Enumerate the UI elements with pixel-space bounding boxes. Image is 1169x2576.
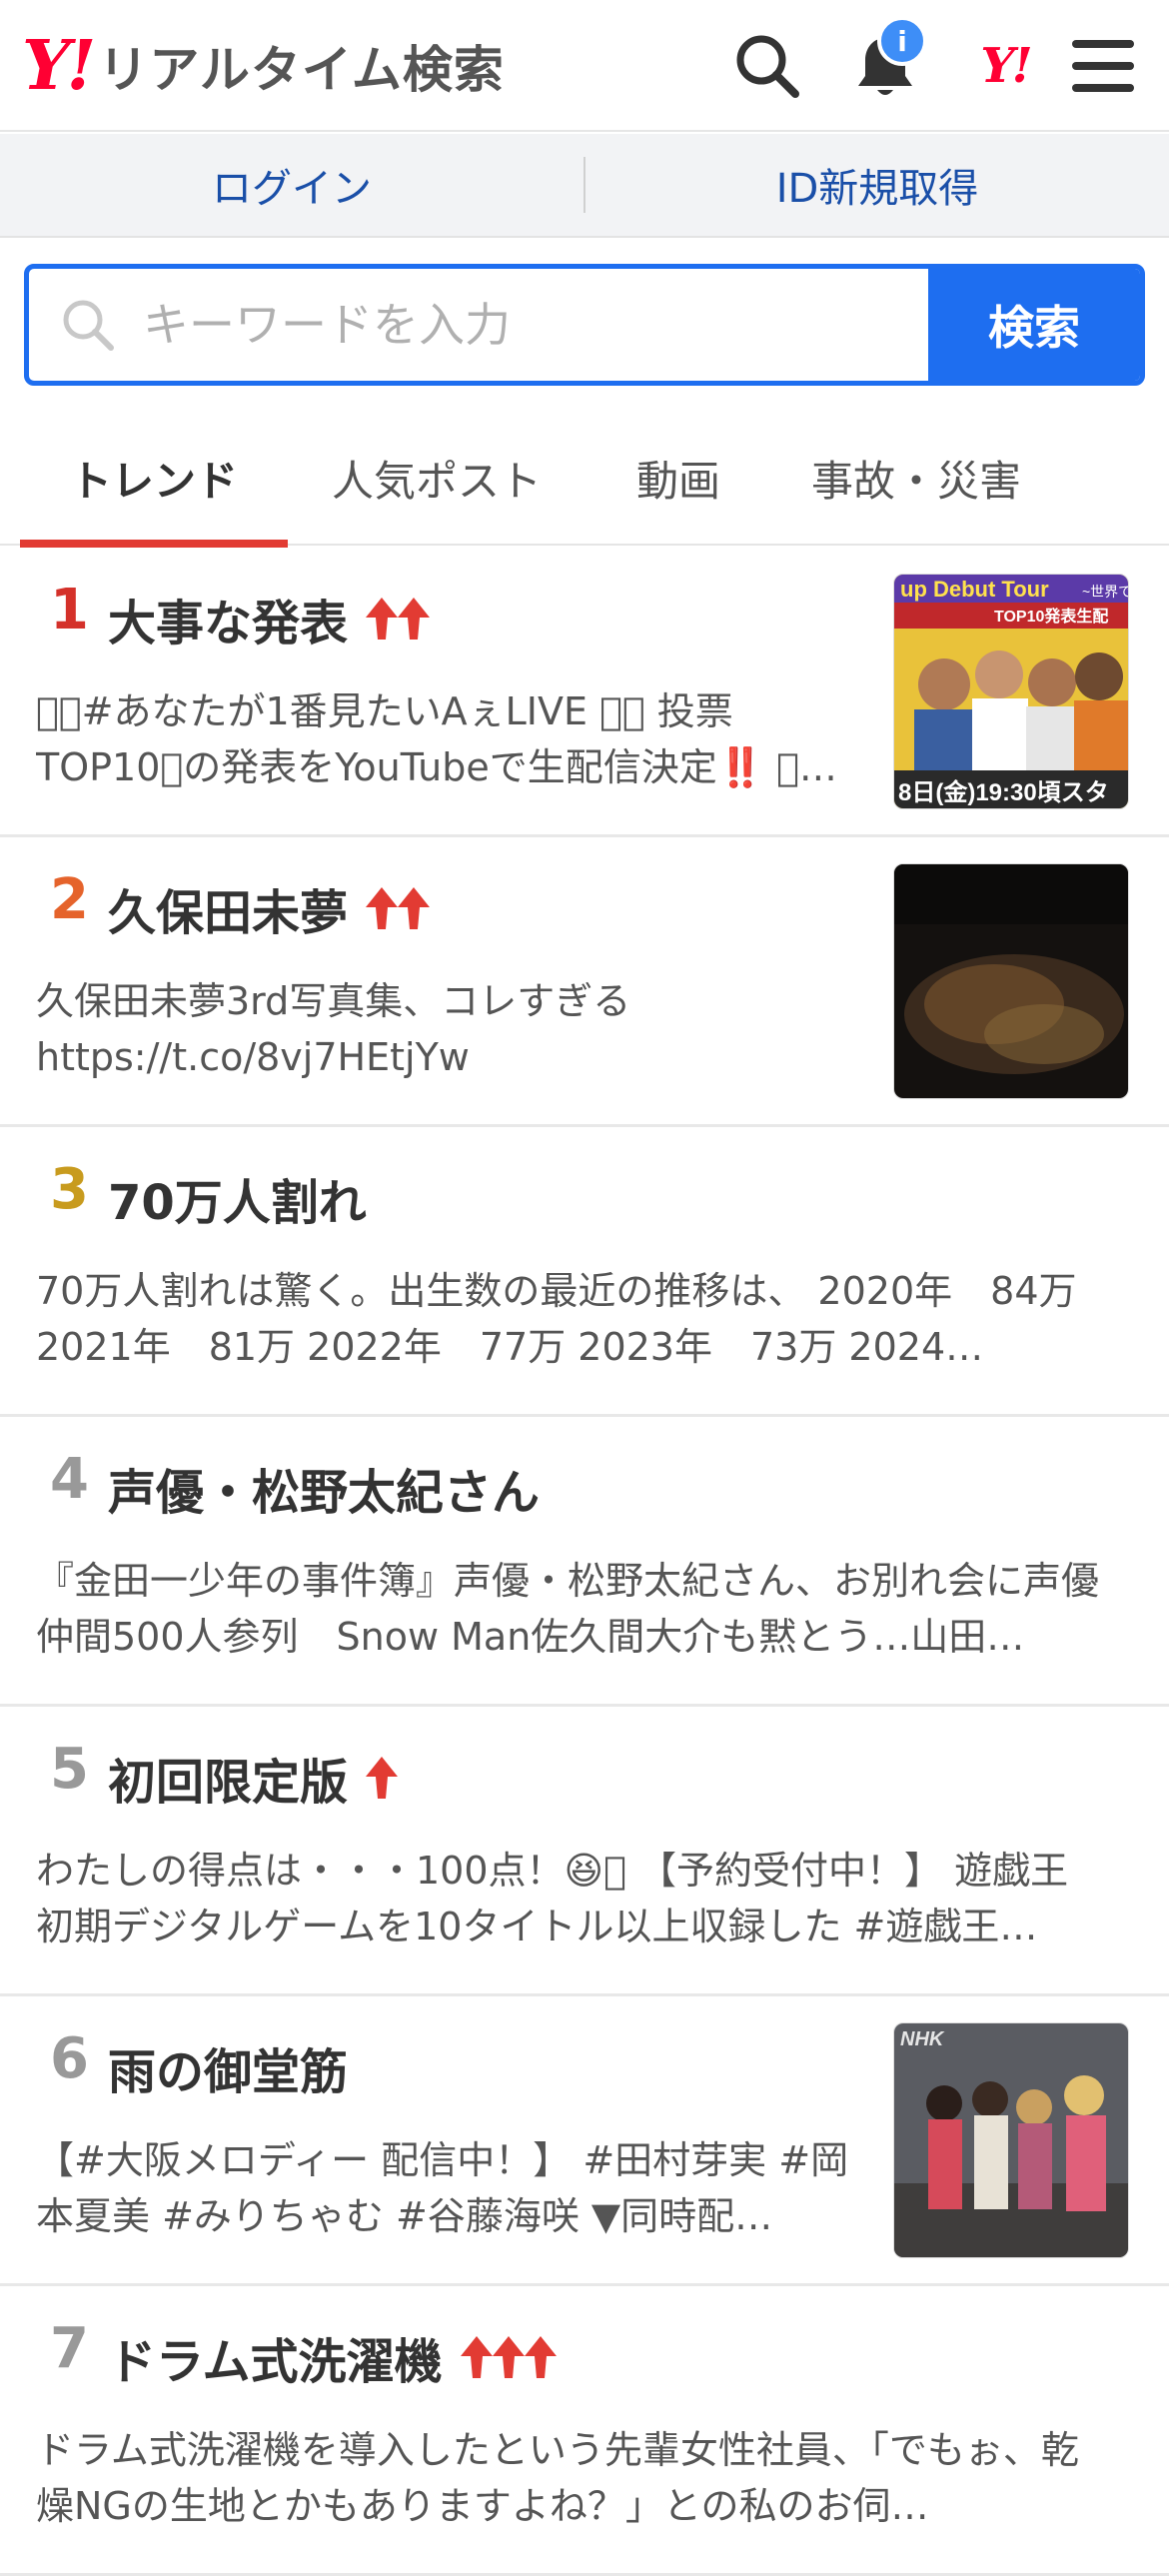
- trend-title: 久保田未夢: [108, 885, 349, 941]
- trend-title-row: 大事な発表: [108, 584, 431, 653]
- trend-item[interactable]: 2 久保田未夢 久保田未夢3rd写真集、コレすぎる https://t.co/8…: [0, 837, 1169, 1127]
- rising-arrow-icon: [364, 1755, 399, 1801]
- trend-title-row: 雨の御堂筋: [108, 2032, 348, 2102]
- rising-arrows-icon: [364, 596, 431, 642]
- trend-title-row: ドラム式洗濯機: [108, 2322, 557, 2392]
- site-title: リアルタイム検索: [98, 41, 505, 99]
- trend-list: 1 大事な発表 ＼􀀀#あなたが1番見たいAぇLIVE 􀀀／ 投票TOP10􀀀の発…: [0, 548, 1169, 2576]
- thumb-text-line3: TOP10発表生配: [994, 607, 1108, 626]
- search-button[interactable]: 検索: [928, 269, 1140, 381]
- trend-title: 70万人割れ: [108, 1175, 367, 1231]
- register-link[interactable]: ID新規取得: [585, 156, 1169, 214]
- search-icon[interactable]: [727, 26, 807, 106]
- tab-trend[interactable]: トレンド: [20, 410, 288, 548]
- yahoo-logo-mark: Y!: [22, 26, 96, 106]
- search-field-icon: [63, 300, 114, 351]
- site-logo[interactable]: Y! リアルタイム検索: [22, 26, 505, 106]
- trend-title-row: 久保田未夢: [108, 873, 431, 943]
- trend-rank: 5: [50, 1737, 89, 1802]
- trend-title: 声優・松野太紀さん: [108, 1465, 541, 1521]
- tab-accidents-disasters[interactable]: 事故・災害: [771, 410, 1061, 546]
- trend-title-row: 声優・松野太紀さん: [108, 1453, 540, 1523]
- trend-title: ドラム式洗濯機: [108, 2334, 443, 2390]
- thumb-text-date: 8日(金)19:30頃スタ: [898, 778, 1109, 806]
- trend-title-row: 初回限定版: [108, 1743, 399, 1813]
- top-header: Y! リアルタイム検索 i Y!: [0, 0, 1169, 132]
- tab-popular-posts[interactable]: 人気ポスト: [288, 410, 585, 546]
- rising-arrows-icon: [459, 2334, 557, 2380]
- trend-rank: 2: [50, 867, 89, 932]
- trend-thumbnail[interactable]: [893, 863, 1129, 1099]
- trend-snippet: 久保田未夢3rd写真集、コレすぎる https://t.co/8vj7HEtjY…: [36, 979, 631, 1079]
- hamburger-menu-icon[interactable]: [1063, 26, 1143, 106]
- thumb-text-line1: up Debut Tour: [900, 577, 1049, 602]
- trend-snippet: 『金田一少年の事件簿』声優・松野太紀さん、お別れ会に声優仲間500人参列 Sno…: [36, 1559, 1100, 1659]
- trend-snippet: ドラム式洗濯機を導入したという先輩女性社員、「でもぉ、乾燥NGの生地とかもありま…: [36, 2428, 1079, 2528]
- trend-title: 雨の御堂筋: [108, 2044, 349, 2100]
- rising-arrows-icon: [364, 885, 431, 931]
- thumb-text-line2: ~世界で: [1082, 584, 1129, 600]
- tab-videos[interactable]: 動画: [585, 410, 771, 546]
- notification-bell-icon[interactable]: i: [845, 16, 927, 106]
- trend-thumbnail[interactable]: up Debut Tour ~世界で TOP10発表生配 8日(金)19:30頃…: [893, 574, 1129, 809]
- trend-item[interactable]: 7 ドラム式洗濯機 ドラム式洗濯機を導入したという先輩女性社員、「でもぉ、乾燥N…: [0, 2286, 1169, 2576]
- trend-thumbnail[interactable]: NHK: [893, 2022, 1129, 2258]
- trend-snippet: わたしの得点は・・・100点！😆􀀀 【予約受付中！】 遊戯王初期デジタルゲームを…: [36, 1849, 1069, 1948]
- trend-rank: 4: [50, 1447, 89, 1512]
- notification-badge: i: [877, 16, 927, 66]
- trend-item[interactable]: 5 初回限定版 わたしの得点は・・・100点！😆􀀀 【予約受付中！】 遊戯王初期…: [0, 1707, 1169, 1996]
- yahoo-japan-mark: Y!: [980, 38, 1032, 94]
- trend-title: 大事な発表: [108, 596, 349, 651]
- yahoo-japan-icon[interactable]: Y!: [965, 26, 1045, 106]
- account-bar: ログイン ID新規取得: [0, 134, 1169, 238]
- trend-snippet: 70万人割れは驚く。出生数の最近の推移は、 2020年 84万 2021年 81…: [36, 1269, 1077, 1369]
- trend-item[interactable]: 1 大事な発表 ＼􀀀#あなたが1番見たいAぇLIVE 􀀀／ 投票TOP10􀀀の発…: [0, 548, 1169, 837]
- nhk-watermark: NHK: [900, 2028, 945, 2050]
- search-input[interactable]: [143, 298, 842, 352]
- trend-item[interactable]: 6 雨の御堂筋 【#大阪メロディー 配信中！】 #田村芽実 #岡本夏美 #みりち…: [0, 1996, 1169, 2286]
- trend-item[interactable]: 4 声優・松野太紀さん 『金田一少年の事件簿』声優・松野太紀さん、お別れ会に声優…: [0, 1417, 1169, 1707]
- trend-rank: 6: [50, 2026, 89, 2091]
- trend-item[interactable]: 3 70万人割れ 70万人割れは驚く。出生数の最近の推移は、 2020年 84万…: [0, 1127, 1169, 1417]
- trend-rank: 3: [50, 1157, 89, 1222]
- category-tabs: トレンド 人気ポスト 動画 事故・災害: [0, 410, 1169, 548]
- trend-snippet: ＼􀀀#あなたが1番見たいAぇLIVE 􀀀／ 投票TOP10􀀀の発表をYouTub…: [36, 689, 837, 789]
- search-field: [29, 269, 928, 381]
- trend-rank: 7: [50, 2316, 89, 2381]
- search-form: 検索: [24, 264, 1145, 386]
- trend-snippet: 【#大阪メロディー 配信中！】 #田村芽実 #岡本夏美 #みりちゃむ #谷藤海咲…: [36, 2138, 849, 2238]
- trend-title: 初回限定版: [108, 1755, 349, 1811]
- login-link[interactable]: ログイン: [0, 156, 584, 214]
- trend-rank: 1: [50, 578, 89, 643]
- trend-title-row: 70万人割れ: [108, 1163, 367, 1233]
